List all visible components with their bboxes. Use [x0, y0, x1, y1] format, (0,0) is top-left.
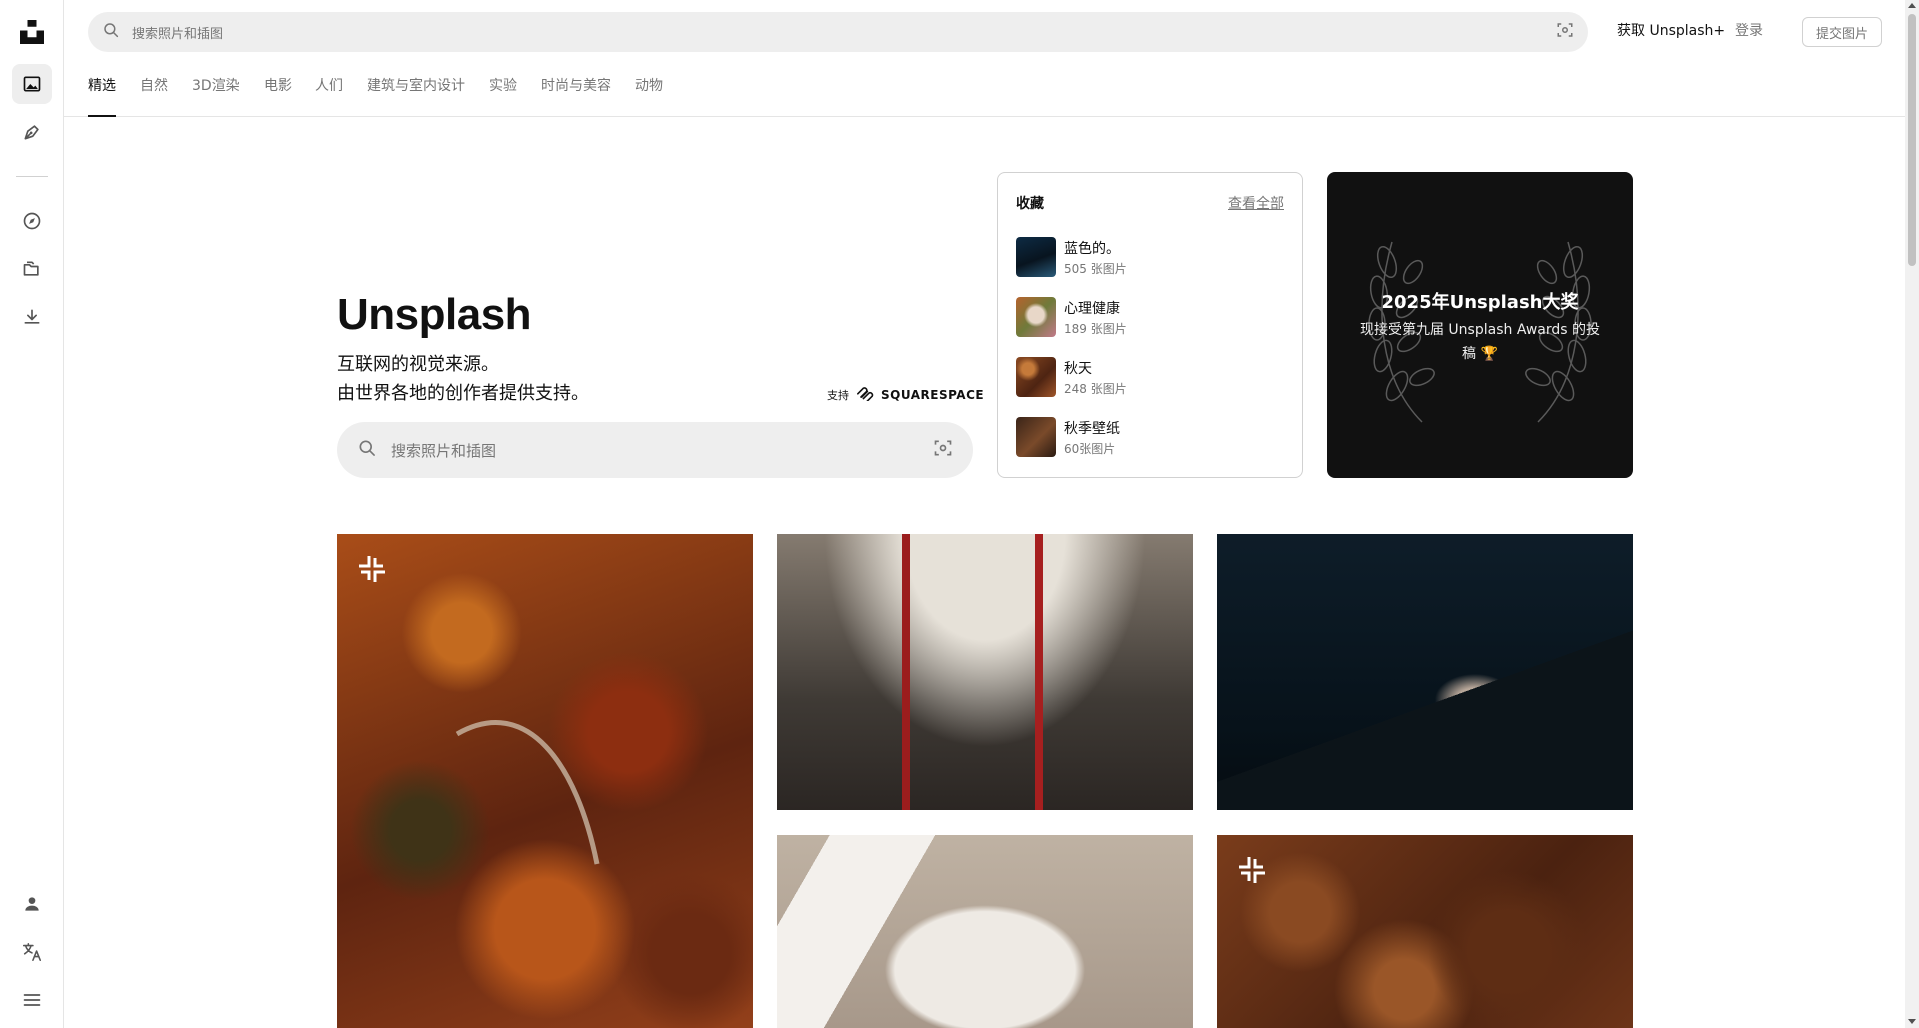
unsplash-logo-icon[interactable] — [12, 12, 52, 52]
squarespace-logo-icon — [855, 385, 875, 405]
visual-search-icon[interactable] — [933, 438, 953, 462]
collection-thumbnail — [1016, 417, 1056, 457]
collections-title: 收藏 — [1016, 196, 1044, 212]
tab-animals[interactable]: 动物 — [635, 75, 663, 117]
tab-film[interactable]: 电影 — [264, 75, 292, 117]
hero-subtitle: 互联网的视觉来源。 由世界各地的创作者提供支持。 — [337, 350, 589, 408]
scroll-up-arrow-icon[interactable] — [1908, 3, 1916, 8]
translate-icon[interactable] — [12, 932, 52, 972]
collection-item[interactable]: 心理健康 189 张图片 — [1016, 287, 1284, 347]
search-icon — [102, 21, 120, 43]
hero-search-bar[interactable]: 搜索照片和插图 — [337, 422, 973, 478]
collection-thumbnail — [1016, 357, 1056, 397]
winding-road-shape — [455, 720, 600, 865]
visual-search-icon[interactable] — [1556, 21, 1574, 43]
collection-count: 505 张图片 — [1064, 261, 1127, 276]
hero-search-input[interactable]: 搜索照片和插图 — [391, 440, 933, 461]
tab-fashion-beauty[interactable]: 时尚与美容 — [541, 75, 611, 117]
sponsor-brand: SQUARESPACE — [881, 388, 985, 402]
collection-thumbnail — [1016, 297, 1056, 337]
tab-nature[interactable]: 自然 — [140, 75, 168, 117]
user-icon[interactable] — [12, 884, 52, 924]
collection-count: 60张图片 — [1064, 441, 1116, 456]
awards-subtitle: 现接受第九届 Unsplash Awards 的投稿 🏆 — [1359, 322, 1601, 362]
illustrations-icon[interactable] — [12, 112, 52, 152]
login-link[interactable]: 登录 — [1735, 20, 1763, 40]
view-all-link[interactable]: 查看全部 — [1228, 193, 1284, 213]
collection-item[interactable]: 秋天 248 张图片 — [1016, 347, 1284, 407]
top-bar: 搜索照片和插图 获取 Unsplash+ 登录 提交图片 — [64, 0, 1905, 62]
unsplash-plus-icon — [357, 554, 387, 588]
explore-icon[interactable] — [12, 201, 52, 241]
photo-white-shapes[interactable] — [777, 835, 1193, 1028]
tab-experimental[interactable]: 实验 — [489, 75, 517, 117]
sponsor[interactable]: 支持 SQUARESPACE — [827, 385, 984, 405]
search-icon — [357, 438, 377, 462]
tab-featured[interactable]: 精选 — [88, 75, 116, 117]
collection-thumbnail — [1016, 237, 1056, 277]
left-rail — [0, 0, 64, 1028]
collection-item[interactable]: 秋季壁纸 60张图片 — [1016, 407, 1284, 467]
rail-divider — [16, 176, 48, 177]
unsplash-plus-icon — [1237, 855, 1267, 889]
scrollbar-thumb[interactable] — [1908, 14, 1916, 266]
tab-people[interactable]: 人们 — [315, 75, 343, 117]
photo-dark-mountain[interactable] — [1217, 534, 1633, 810]
hero-subtitle-line2: 由世界各地的创作者提供支持。 — [337, 383, 589, 404]
collections-icon[interactable] — [12, 249, 52, 289]
submit-image-button[interactable]: 提交图片 — [1802, 17, 1882, 47]
collection-count: 189 张图片 — [1064, 321, 1127, 336]
awards-title: 2025年Unsplash大奖 — [1381, 292, 1579, 313]
top-search-input[interactable]: 搜索照片和插图 — [132, 23, 1556, 42]
photo-subway-train[interactable] — [777, 534, 1193, 810]
top-search-bar[interactable]: 搜索照片和插图 — [88, 12, 1588, 52]
photos-icon[interactable] — [12, 64, 52, 104]
hero-title: Unsplash — [337, 290, 532, 339]
awards-card[interactable]: 2025年Unsplash大奖 现接受第九届 Unsplash Awards 的… — [1327, 172, 1633, 478]
photo-brown-earth-texture[interactable] — [1217, 835, 1633, 1028]
menu-icon[interactable] — [12, 980, 52, 1020]
collection-name: 秋天 — [1064, 360, 1092, 377]
collection-item[interactable]: 蓝色的。 505 张图片 — [1016, 227, 1284, 287]
page-scrollbar[interactable] — [1905, 0, 1919, 1028]
category-tabs: 精选 自然 3D渲染 电影 人们 建筑与室内设计 实验 时尚与美容 动物 — [64, 62, 1905, 117]
hero-subtitle-line1: 互联网的视觉来源。 — [337, 354, 499, 375]
tab-architecture-interiors[interactable]: 建筑与室内设计 — [367, 75, 465, 117]
collection-name: 秋季壁纸 — [1064, 420, 1120, 437]
tab-3d-renders[interactable]: 3D渲染 — [192, 75, 240, 117]
get-unsplash-plus-link[interactable]: 获取 Unsplash+ — [1617, 20, 1725, 40]
collection-name: 蓝色的。 — [1064, 240, 1120, 257]
sponsor-label: 支持 — [827, 389, 849, 402]
collections-card: 收藏 查看全部 蓝色的。 505 张图片 心理健康 189 张图片 秋天 248… — [997, 172, 1303, 478]
scroll-down-arrow-icon[interactable] — [1908, 1019, 1916, 1024]
photo-autumn-forest-road[interactable] — [337, 534, 753, 1028]
download-icon[interactable] — [12, 297, 52, 337]
collection-count: 248 张图片 — [1064, 381, 1127, 396]
collection-name: 心理健康 — [1064, 300, 1120, 317]
